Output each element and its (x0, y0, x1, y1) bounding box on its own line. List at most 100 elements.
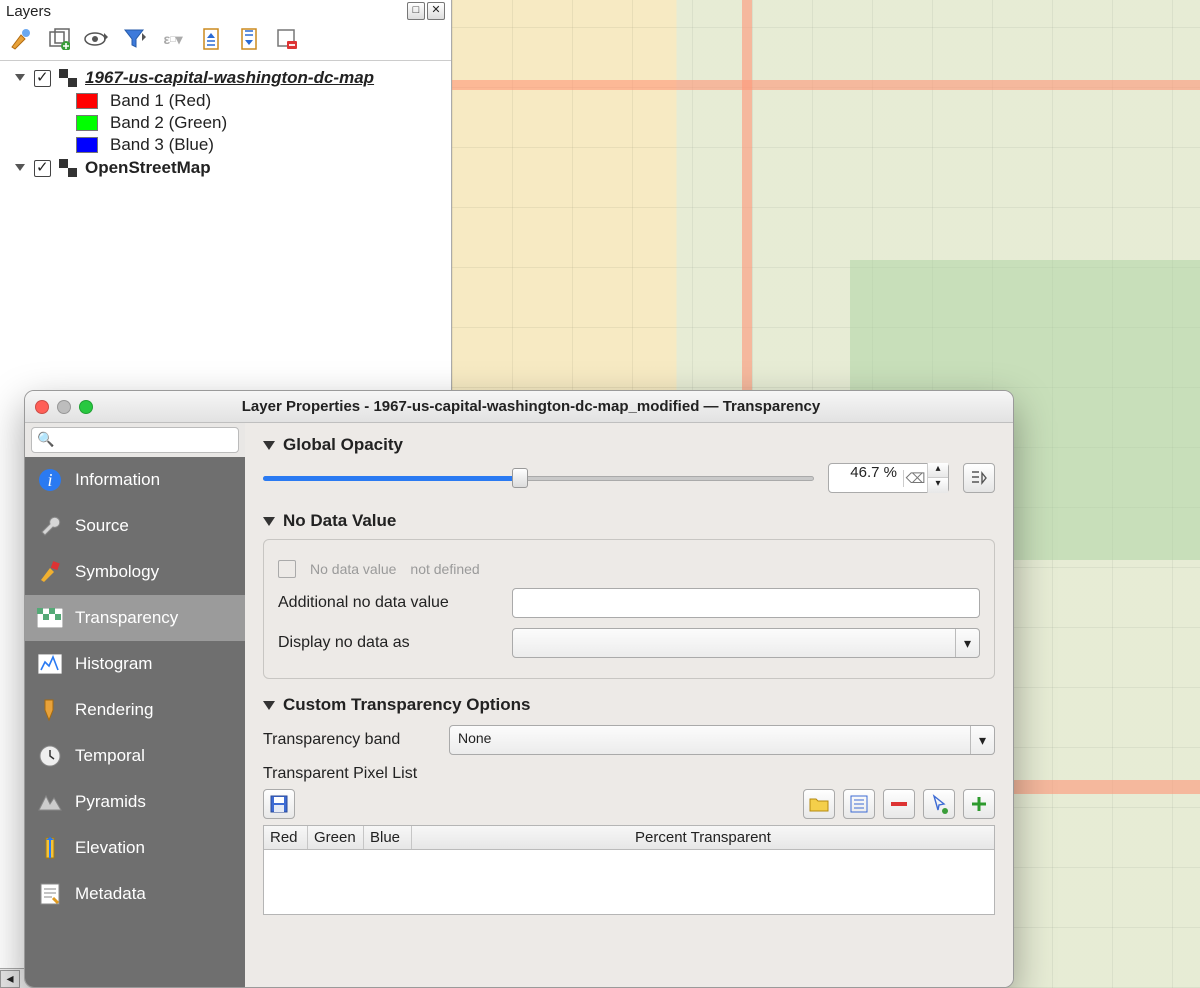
sidebar-item-label: Pyramids (75, 792, 146, 812)
pyramids-icon (37, 789, 63, 815)
sidebar-item-elevation[interactable]: Elevation (25, 825, 245, 871)
band-label: Band 3 (Blue) (110, 135, 214, 155)
layers-panel-title: Layers (6, 3, 51, 20)
no-data-status: not defined (410, 561, 479, 577)
add-row-button[interactable] (963, 789, 995, 819)
spin-down-icon[interactable]: ▾ (928, 478, 948, 493)
additional-nodata-label: Additional no data value (278, 594, 498, 612)
data-defined-override-button[interactable] (963, 463, 995, 493)
disclosure-triangle-icon[interactable] (263, 441, 275, 450)
transparency-band-value: None (450, 726, 970, 754)
caret-down-icon[interactable] (14, 72, 26, 84)
save-to-file-button[interactable] (263, 789, 295, 819)
sidebar-item-label: Elevation (75, 838, 145, 858)
layer-visibility-checkbox[interactable] (34, 160, 51, 177)
pick-from-canvas-button[interactable] (923, 789, 955, 819)
spin-up-icon[interactable]: ▴ (928, 463, 948, 478)
display-nodata-color-combo[interactable]: ▾ (512, 628, 980, 658)
sidebar-item-label: Symbology (75, 562, 159, 582)
opacity-value-text[interactable]: 46.7 % (829, 464, 903, 492)
dialog-sidebar: 🔍 iInformation Source Symbology Transpar… (25, 423, 245, 987)
transparent-pixel-table[interactable]: Red Green Blue Percent Transparent (263, 825, 995, 915)
sidebar-item-rendering[interactable]: Rendering (25, 687, 245, 733)
opacity-value-input[interactable]: 46.7 % ⌫ ▴▾ (828, 463, 949, 493)
sidebar-item-source[interactable]: Source (25, 503, 245, 549)
caret-down-icon[interactable] (14, 162, 26, 174)
band-row[interactable]: Band 3 (Blue) (4, 135, 447, 155)
disclosure-triangle-icon[interactable] (263, 701, 275, 710)
remove-row-button[interactable] (883, 789, 915, 819)
dialog-titlebar[interactable]: Layer Properties - 1967-us-capital-washi… (25, 391, 1013, 423)
add-group-icon[interactable] (46, 26, 72, 52)
no-data-checkbox[interactable] (278, 560, 296, 578)
transparency-band-combo[interactable]: None▾ (449, 725, 995, 755)
layer-item-osm[interactable]: OpenStreetMap (4, 157, 447, 179)
sidebar-item-metadata[interactable]: Metadata (25, 871, 245, 917)
column-header-blue[interactable]: Blue (364, 826, 412, 849)
style-brush-icon[interactable] (8, 26, 34, 52)
band-label: Band 2 (Green) (110, 113, 227, 133)
remove-layer-icon[interactable] (274, 26, 300, 52)
close-icon[interactable]: ✕ (427, 2, 445, 20)
column-header-percent[interactable]: Percent Transparent (412, 826, 994, 849)
sidebar-item-temporal[interactable]: Temporal (25, 733, 245, 779)
scroll-left-icon[interactable]: ◂ (0, 970, 20, 988)
sidebar-search-input[interactable] (31, 427, 239, 453)
clear-value-icon[interactable]: ⌫ (903, 470, 927, 487)
sidebar-item-histogram[interactable]: Histogram (25, 641, 245, 687)
sidebar-item-label: Histogram (75, 654, 152, 674)
search-icon: 🔍 (37, 431, 54, 448)
band-label: Band 1 (Red) (110, 91, 211, 111)
sidebar-item-label: Source (75, 516, 129, 536)
raster-layer-icon (59, 159, 77, 177)
transparency-icon (37, 605, 63, 631)
column-header-green[interactable]: Green (308, 826, 364, 849)
map-road (452, 80, 1200, 90)
sidebar-item-pyramids[interactable]: Pyramids (25, 779, 245, 825)
display-nodata-as-label: Display no data as (278, 634, 498, 652)
expand-all-icon[interactable] (198, 26, 224, 52)
sidebar-item-transparency[interactable]: Transparency (25, 595, 245, 641)
band-row[interactable]: Band 1 (Red) (4, 91, 447, 111)
raster-layer-icon (59, 69, 77, 87)
no-data-group: No data value not defined Additional no … (263, 539, 995, 679)
filter-funnel-icon[interactable] (122, 26, 148, 52)
dock-icon[interactable]: □ (407, 2, 425, 20)
custom-transparency-group: Transparency band None▾ Transparent Pixe… (263, 725, 995, 915)
layer-properties-dialog: Layer Properties - 1967-us-capital-washi… (24, 390, 1014, 988)
no-data-checkbox-label: No data value (310, 561, 396, 577)
visibility-eye-icon[interactable] (84, 26, 110, 52)
brush-icon (37, 559, 63, 585)
layer-tree: 1967-us-capital-washington-dc-map Band 1… (0, 61, 451, 185)
opacity-slider[interactable] (263, 464, 814, 492)
sidebar-item-symbology[interactable]: Symbology (25, 549, 245, 595)
color-swatch (76, 115, 98, 131)
load-from-file-button[interactable] (803, 789, 835, 819)
dialog-main: Global Opacity 46.7 % ⌫ ▴▾ No Data Value… (245, 423, 1013, 987)
additional-nodata-input[interactable] (512, 588, 980, 618)
layers-toolbar: ε□ ▾ (0, 22, 451, 61)
histogram-icon (37, 651, 63, 677)
wrench-icon (37, 513, 63, 539)
sidebar-item-label: Temporal (75, 746, 145, 766)
transparency-band-label: Transparency band (263, 731, 435, 749)
expression-icon[interactable]: ε□ ▾ (160, 26, 186, 52)
column-header-red[interactable]: Red (264, 826, 308, 849)
band-row[interactable]: Band 2 (Green) (4, 113, 447, 133)
sidebar-item-label: Metadata (75, 884, 146, 904)
sidebar-item-information[interactable]: iInformation (25, 457, 245, 503)
sidebar-item-label: Transparency (75, 608, 178, 628)
section-heading: Custom Transparency Options (283, 695, 531, 715)
default-values-button[interactable] (843, 789, 875, 819)
collapse-all-icon[interactable] (236, 26, 262, 52)
sidebar-item-label: Information (75, 470, 160, 490)
metadata-icon (37, 881, 63, 907)
layer-name: 1967-us-capital-washington-dc-map (85, 68, 374, 88)
elevation-icon (37, 835, 63, 861)
window-close-icon[interactable] (35, 400, 49, 414)
disclosure-triangle-icon[interactable] (263, 517, 275, 526)
sidebar-item-label: Rendering (75, 700, 153, 720)
section-heading: No Data Value (283, 511, 396, 531)
layer-visibility-checkbox[interactable] (34, 70, 51, 87)
layer-item-raster[interactable]: 1967-us-capital-washington-dc-map (4, 67, 447, 89)
